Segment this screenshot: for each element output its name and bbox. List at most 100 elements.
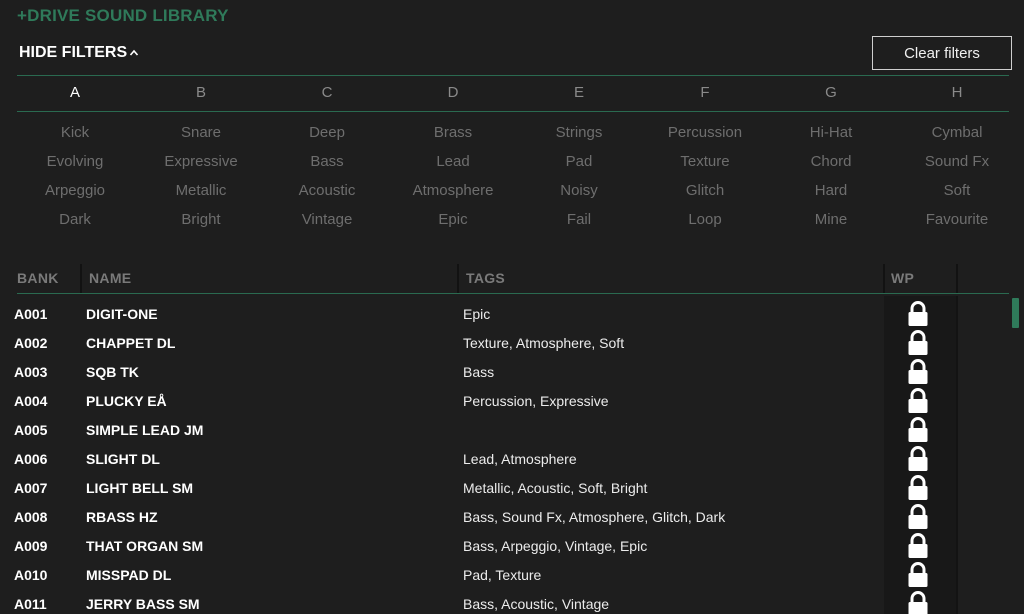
lock-icon[interactable]	[906, 504, 930, 530]
lock-icon[interactable]	[906, 359, 930, 385]
letter-filter-f[interactable]: F	[642, 84, 768, 101]
lock-icon[interactable]	[906, 330, 930, 356]
cell-tags: Bass, Sound Fx, Atmosphere, Glitch, Dark	[463, 509, 726, 525]
tag-filter[interactable]: Evolving	[12, 153, 138, 170]
tag-filter[interactable]: Loop	[642, 211, 768, 228]
tag-filter[interactable]: Expressive	[138, 153, 264, 170]
tag-filter[interactable]: Pad	[516, 153, 642, 170]
tag-filter[interactable]: Chord	[768, 153, 894, 170]
lock-icon[interactable]	[906, 446, 930, 472]
tag-filter-grid: Kick Snare Deep Brass Strings Percussion Hi-Ha…	[12, 124, 1020, 240]
cell-name: SLIGHT DL	[86, 451, 160, 467]
cell-tags: Bass, Acoustic, Vintage	[463, 596, 610, 612]
divider	[17, 111, 1009, 112]
cell-bank: A006	[14, 451, 48, 467]
column-divider	[883, 264, 885, 294]
header-name[interactable]: NAME	[89, 270, 131, 286]
letter-filter-d[interactable]: D	[390, 84, 516, 101]
table-row[interactable]: A001 DIGIT-ONE Epic	[0, 299, 1010, 328]
letter-filter-h[interactable]: H	[894, 84, 1020, 101]
tag-filter[interactable]: Glitch	[642, 182, 768, 199]
tag-filter[interactable]: Lead	[390, 153, 516, 170]
clear-filters-button[interactable]: Clear filters	[872, 36, 1012, 70]
cell-bank: A011	[14, 596, 47, 612]
tag-filter[interactable]: Bright	[138, 211, 264, 228]
table-row[interactable]: A003 SQB TK Bass	[0, 357, 1010, 386]
tag-filter[interactable]: Brass	[390, 124, 516, 141]
cell-tags: Texture, Atmosphere, Soft	[463, 335, 625, 351]
lock-icon[interactable]	[906, 417, 930, 443]
divider	[17, 293, 1009, 294]
tag-filter[interactable]: Soft	[894, 182, 1020, 199]
tag-filter[interactable]: Sound Fx	[894, 153, 1020, 170]
letter-filter-a[interactable]: A	[12, 84, 138, 101]
tag-filter[interactable]: Acoustic	[264, 182, 390, 199]
cell-name: RBASS HZ	[86, 509, 158, 525]
header-wp[interactable]: WP	[891, 270, 914, 286]
letter-filter-e[interactable]: E	[516, 84, 642, 101]
tag-filter[interactable]: Epic	[390, 211, 516, 228]
table-row[interactable]: A004 PLUCKY EÅ Percussion, Expressive	[0, 386, 1010, 415]
tag-filter[interactable]: Cymbal	[894, 124, 1020, 141]
lock-icon[interactable]	[906, 475, 930, 501]
tag-filter[interactable]: Texture	[642, 153, 768, 170]
table-row[interactable]: A005 SIMPLE LEAD JM	[0, 415, 1010, 444]
table-row[interactable]: A010 MISSPAD DL Pad, Texture	[0, 560, 1010, 589]
header-tags[interactable]: TAGS	[466, 270, 505, 286]
cell-bank: A003	[14, 364, 48, 380]
sound-library-app: +DRIVE SOUND LIBRARY HIDE FILTERS Clear …	[0, 0, 1024, 614]
header-bank[interactable]: BANK	[17, 270, 59, 286]
tag-filter[interactable]: Arpeggio	[12, 182, 138, 199]
scrollbar-thumb[interactable]	[1012, 298, 1019, 328]
tag-filter[interactable]: Vintage	[264, 211, 390, 228]
table-row[interactable]: A008 RBASS HZ Bass, Sound Fx, Atmosphere, …	[0, 502, 1010, 531]
cell-tags: Pad, Texture	[463, 567, 542, 583]
hide-filters-label: HIDE FILTERS	[19, 44, 128, 61]
tag-filter[interactable]: Noisy	[516, 182, 642, 199]
tag-filter[interactable]: Bass	[264, 153, 390, 170]
cell-bank: A008	[14, 509, 48, 525]
tag-filter[interactable]: Deep	[264, 124, 390, 141]
letter-filter-b[interactable]: B	[138, 84, 264, 101]
tag-filter[interactable]: Percussion	[642, 124, 768, 141]
cell-tags: Lead, Atmosphere	[463, 451, 577, 467]
tag-filter[interactable]: Dark	[12, 211, 138, 228]
lock-icon[interactable]	[906, 562, 930, 588]
tag-filter[interactable]: Fail	[516, 211, 642, 228]
table-row[interactable]: A011 JERRY BASS SM Bass, Acoustic, Vintage	[0, 589, 1010, 614]
tag-filter[interactable]: Favourite	[894, 211, 1020, 228]
column-divider	[80, 264, 82, 294]
cell-bank: A004	[14, 393, 48, 409]
column-divider	[956, 264, 958, 294]
cell-name: CHAPPET DL	[86, 335, 176, 351]
tag-filter[interactable]: Metallic	[138, 182, 264, 199]
cell-name: PLUCKY EÅ	[86, 393, 167, 409]
cell-tags: Metallic, Acoustic, Soft, Bright	[463, 480, 648, 496]
lock-icon[interactable]	[906, 533, 930, 559]
cell-bank: A005	[14, 422, 48, 438]
cell-name: DIGIT-ONE	[86, 306, 158, 322]
cell-tags: Bass, Arpeggio, Vintage, Epic	[463, 538, 648, 554]
table-row[interactable]: A006 SLIGHT DL Lead, Atmosphere	[0, 444, 1010, 473]
hide-filters-toggle[interactable]: HIDE FILTERS	[19, 44, 139, 62]
cell-tags: Percussion, Expressive	[463, 393, 609, 409]
tag-filter[interactable]: Kick	[12, 124, 138, 141]
tag-filter[interactable]: Hard	[768, 182, 894, 199]
table-row[interactable]: A007 LIGHT BELL SM Metallic, Acoustic, Sof…	[0, 473, 1010, 502]
table-row[interactable]: A009 THAT ORGAN SM Bass, Arpeggio, Vintage…	[0, 531, 1010, 560]
lock-icon[interactable]	[906, 591, 930, 614]
cell-name: SIMPLE LEAD JM	[86, 422, 204, 438]
divider	[17, 75, 1009, 76]
tag-filter[interactable]: Strings	[516, 124, 642, 141]
tag-filter[interactable]: Mine	[768, 211, 894, 228]
letter-filter-g[interactable]: G	[768, 84, 894, 101]
tag-filter[interactable]: Atmosphere	[390, 182, 516, 199]
cell-bank: A010	[14, 567, 48, 583]
lock-icon[interactable]	[906, 301, 930, 327]
letter-filter-c[interactable]: C	[264, 84, 390, 101]
tag-filter[interactable]: Hi-Hat	[768, 124, 894, 141]
tag-filter[interactable]: Snare	[138, 124, 264, 141]
cell-bank: A007	[14, 480, 48, 496]
table-row[interactable]: A002 CHAPPET DL Texture, Atmosphere, Soft	[0, 328, 1010, 357]
lock-icon[interactable]	[906, 388, 930, 414]
